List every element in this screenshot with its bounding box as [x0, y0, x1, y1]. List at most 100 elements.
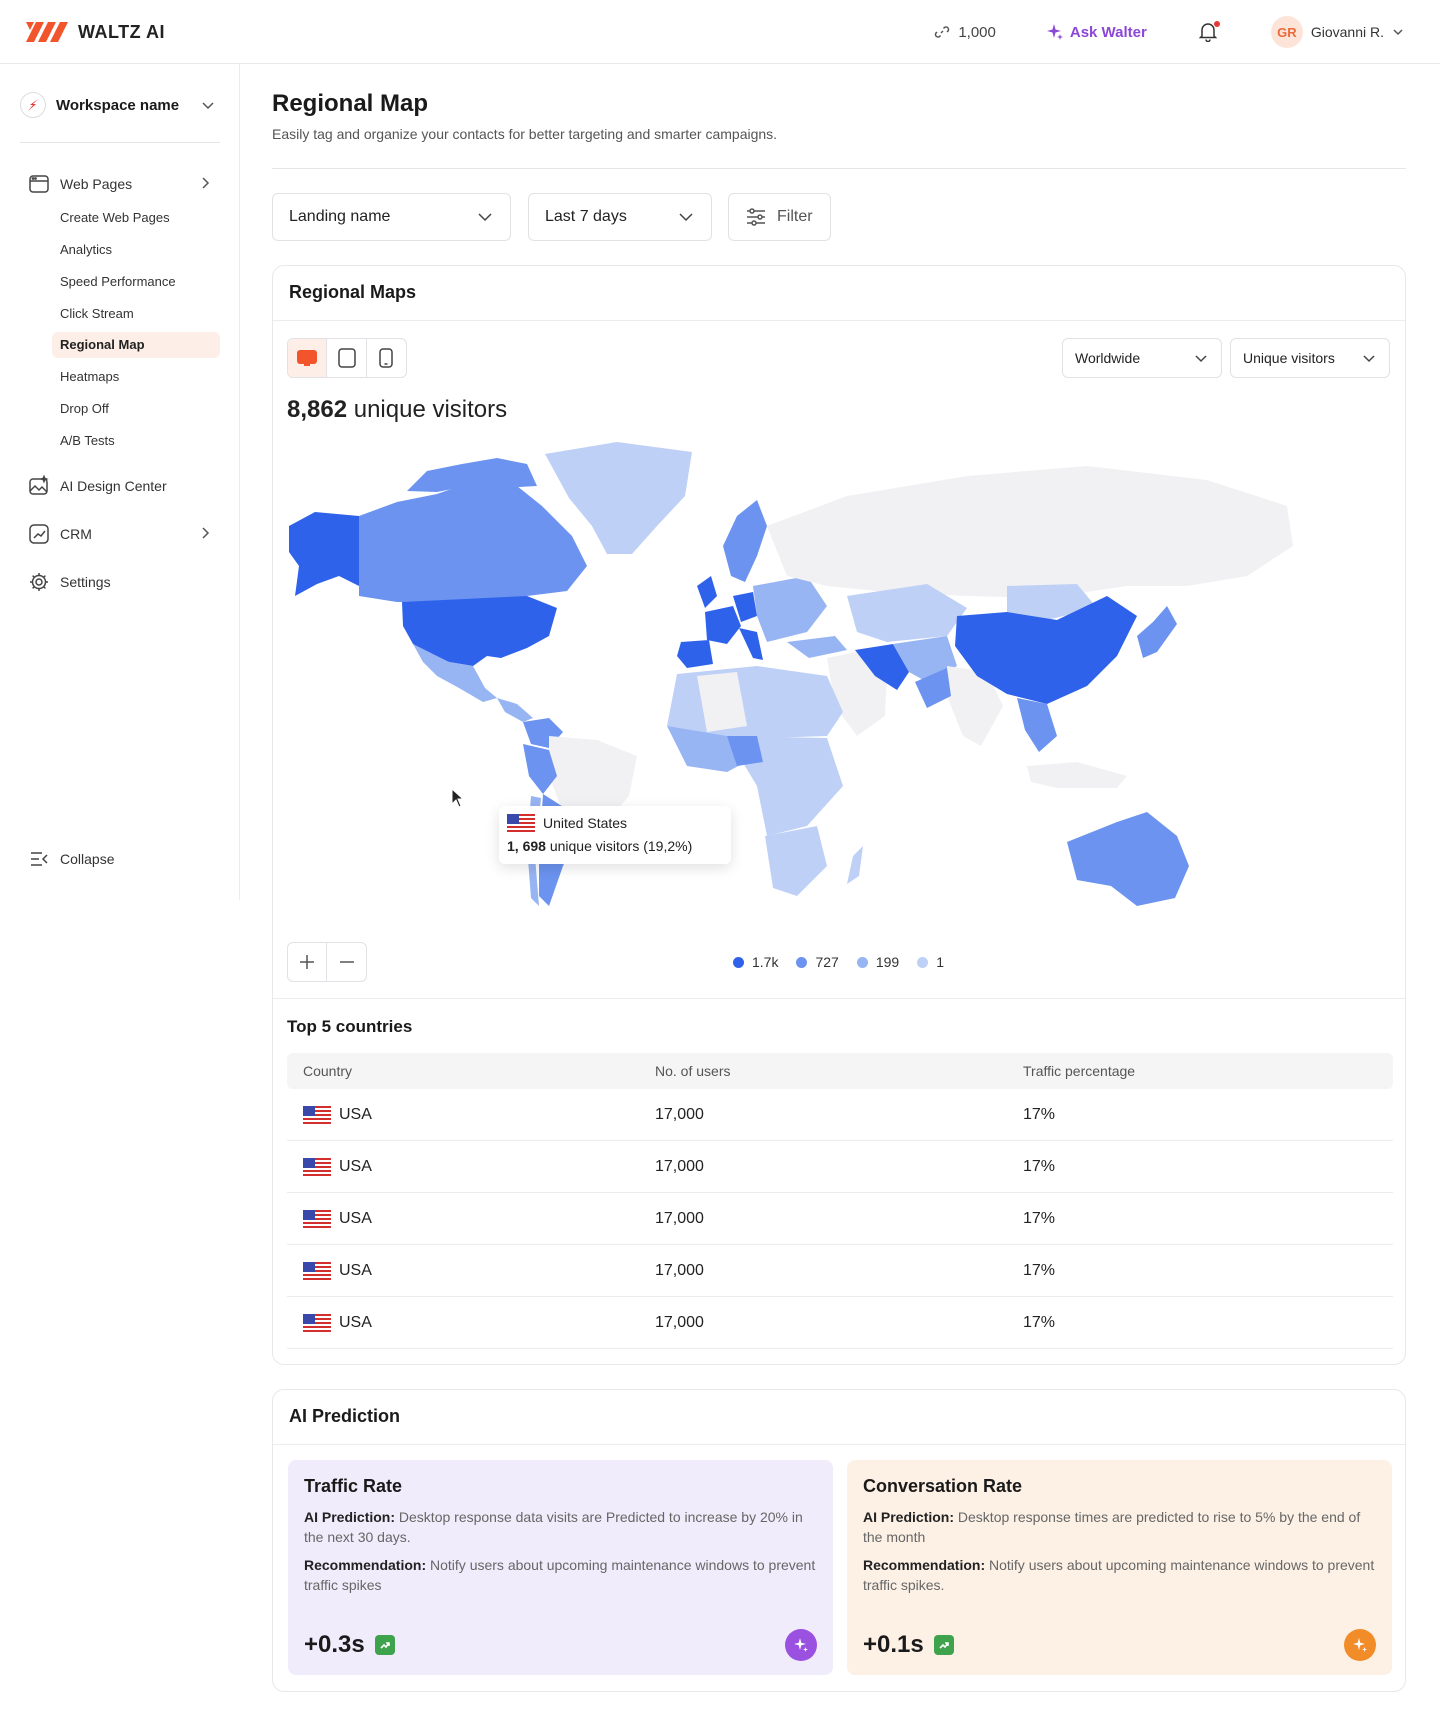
- ai-sparkle-button[interactable]: [1344, 1629, 1376, 1661]
- image-sparkle-icon: [29, 475, 49, 495]
- browser-icon: [29, 175, 49, 193]
- workspace-name: Workspace name: [56, 96, 180, 114]
- ai-sparkle-button[interactable]: [785, 1629, 817, 1661]
- link-icon: [935, 26, 950, 38]
- cell-traffic: 17%: [1023, 1209, 1056, 1227]
- tablet-icon: [337, 348, 356, 368]
- desktop-toggle[interactable]: [288, 339, 328, 377]
- metric-dropdown[interactable]: Unique visitors: [1230, 338, 1390, 378]
- notifications-button[interactable]: [1197, 20, 1221, 44]
- legend-label: 727: [815, 954, 839, 970]
- zoom-in-button[interactable]: [288, 943, 328, 981]
- prediction-title: Conversation Rate: [863, 1476, 1023, 1496]
- table-row[interactable]: USA 17,000 17%: [287, 1141, 1393, 1193]
- header-country[interactable]: Country: [287, 1063, 655, 1079]
- map-legend: 1.7k 727 199 1: [733, 954, 944, 970]
- sidebar-item-crm[interactable]: CRM: [28, 522, 212, 546]
- date-range-dropdown[interactable]: Last 7 days: [528, 193, 712, 241]
- prediction-label: AI Prediction:: [304, 1509, 396, 1525]
- chevron-right-icon: [202, 177, 210, 189]
- cell-users: 17,000: [655, 1157, 704, 1175]
- user-menu[interactable]: GR Giovanni R.: [1270, 16, 1404, 48]
- cell-country: USA: [287, 1105, 655, 1124]
- region-dropdown[interactable]: Worldwide: [1062, 338, 1222, 378]
- workspace-icon: [20, 92, 46, 118]
- top-countries-title: Top 5 countries: [287, 1017, 413, 1036]
- prediction-value: +0.1s: [863, 1631, 954, 1659]
- zoom-out-button[interactable]: [327, 943, 366, 981]
- divider: [272, 168, 1406, 169]
- prediction-label: AI Prediction:: [863, 1509, 955, 1525]
- sidebar-sub-heatmaps[interactable]: Heatmaps: [52, 364, 220, 390]
- credits-counter[interactable]: 1,000: [934, 24, 996, 41]
- region-iberia: [677, 640, 713, 668]
- us-flag-icon: [303, 1313, 331, 1332]
- trend-up-icon: [933, 1635, 954, 1655]
- mobile-toggle[interactable]: [367, 339, 406, 377]
- sidebar-sub-drop-off[interactable]: Drop Off: [52, 396, 220, 422]
- us-flag-icon: [303, 1261, 331, 1280]
- cell-traffic: 17%: [1023, 1157, 1056, 1175]
- cell-traffic: 17%: [1023, 1261, 1056, 1279]
- us-flag-icon: [303, 1209, 331, 1228]
- sidebar: Workspace name Web Pages Create Web Page…: [0, 64, 240, 900]
- table-row[interactable]: USA 17,000 17%: [287, 1297, 1393, 1349]
- date-range-value: Last 7 days: [545, 208, 627, 225]
- landing-dropdown[interactable]: Landing name: [272, 193, 511, 241]
- divider: [20, 142, 220, 143]
- region-alaska: [289, 512, 359, 596]
- sidebar-sub-ab-tests[interactable]: A/B Tests: [52, 428, 220, 454]
- sidebar-sub-speed-performance[interactable]: Speed Performance: [52, 269, 220, 295]
- sidebar-sub-click-stream[interactable]: Click Stream: [52, 301, 220, 327]
- region-italy: [739, 628, 763, 660]
- region-turkey: [787, 636, 847, 658]
- legend-label: 199: [875, 954, 900, 970]
- sidebar-sub-analytics[interactable]: Analytics: [52, 237, 220, 263]
- sidebar-item-label: AI Design Center: [60, 478, 167, 494]
- sidebar-item-label: CRM: [60, 526, 92, 542]
- chevron-down-icon: [478, 213, 492, 222]
- zoom-controls: [287, 942, 367, 982]
- plus-icon: [300, 955, 314, 969]
- sidebar-item-ai-design-center[interactable]: AI Design Center: [28, 474, 212, 498]
- country-name: USA: [339, 1157, 372, 1175]
- filter-button[interactable]: Filter: [728, 193, 831, 241]
- prediction-text: AI Prediction: Desktop response data vis…: [304, 1507, 817, 1547]
- workspace-selector[interactable]: Workspace name: [20, 90, 220, 120]
- chevron-right-icon: [202, 527, 210, 539]
- table-row[interactable]: USA 17,000 17%: [287, 1245, 1393, 1297]
- world-map[interactable]: United States 1, 698 unique visitors (19…: [287, 436, 1393, 936]
- sidebar-item-web-pages[interactable]: Web Pages: [28, 172, 212, 196]
- cell-traffic: 17%: [1023, 1105, 1056, 1123]
- country-name: USA: [339, 1261, 372, 1279]
- collapse-label: Collapse: [60, 851, 115, 867]
- ask-walter-button[interactable]: Ask Walter: [1046, 23, 1147, 41]
- recommendation-text: Recommendation: Notify users about upcom…: [863, 1555, 1376, 1595]
- collapse-button[interactable]: Collapse: [28, 848, 114, 870]
- top-countries-table: Country No. of users Traffic percentage …: [287, 1053, 1393, 1349]
- sidebar-item-settings[interactable]: Settings: [28, 570, 212, 594]
- country-name: USA: [339, 1313, 372, 1331]
- header-traffic[interactable]: Traffic percentage: [1023, 1063, 1393, 1079]
- region-north-africa: [667, 666, 843, 738]
- card-title: Regional Maps: [289, 282, 417, 302]
- table-row[interactable]: USA 17,000 17%: [287, 1193, 1393, 1245]
- sidebar-sub-regional-map[interactable]: Regional Map: [52, 332, 220, 358]
- gear-icon: [30, 573, 48, 591]
- avatar: GR: [1270, 16, 1303, 48]
- recommendation-text: Recommendation: Notify users about upcom…: [304, 1555, 817, 1595]
- chevron-down-icon: [1195, 355, 1207, 363]
- tooltip-country: United States: [543, 815, 628, 831]
- visitors-summary: 8,862 unique visitors: [287, 396, 507, 424]
- sparkle-icon: [1046, 24, 1063, 40]
- sparkle-icon: [1353, 1638, 1367, 1652]
- header-users[interactable]: No. of users: [655, 1063, 1023, 1079]
- ask-walter-label: Ask Walter: [1069, 23, 1147, 41]
- brand-logo[interactable]: WALTZ AI: [24, 18, 165, 46]
- chevron-down-icon: [1363, 355, 1375, 363]
- device-toggle: [287, 338, 407, 378]
- table-row[interactable]: USA 17,000 17%: [287, 1089, 1393, 1141]
- divider: [273, 320, 1405, 321]
- sidebar-sub-create-web-pages[interactable]: Create Web Pages: [52, 205, 220, 231]
- tablet-toggle[interactable]: [327, 339, 367, 377]
